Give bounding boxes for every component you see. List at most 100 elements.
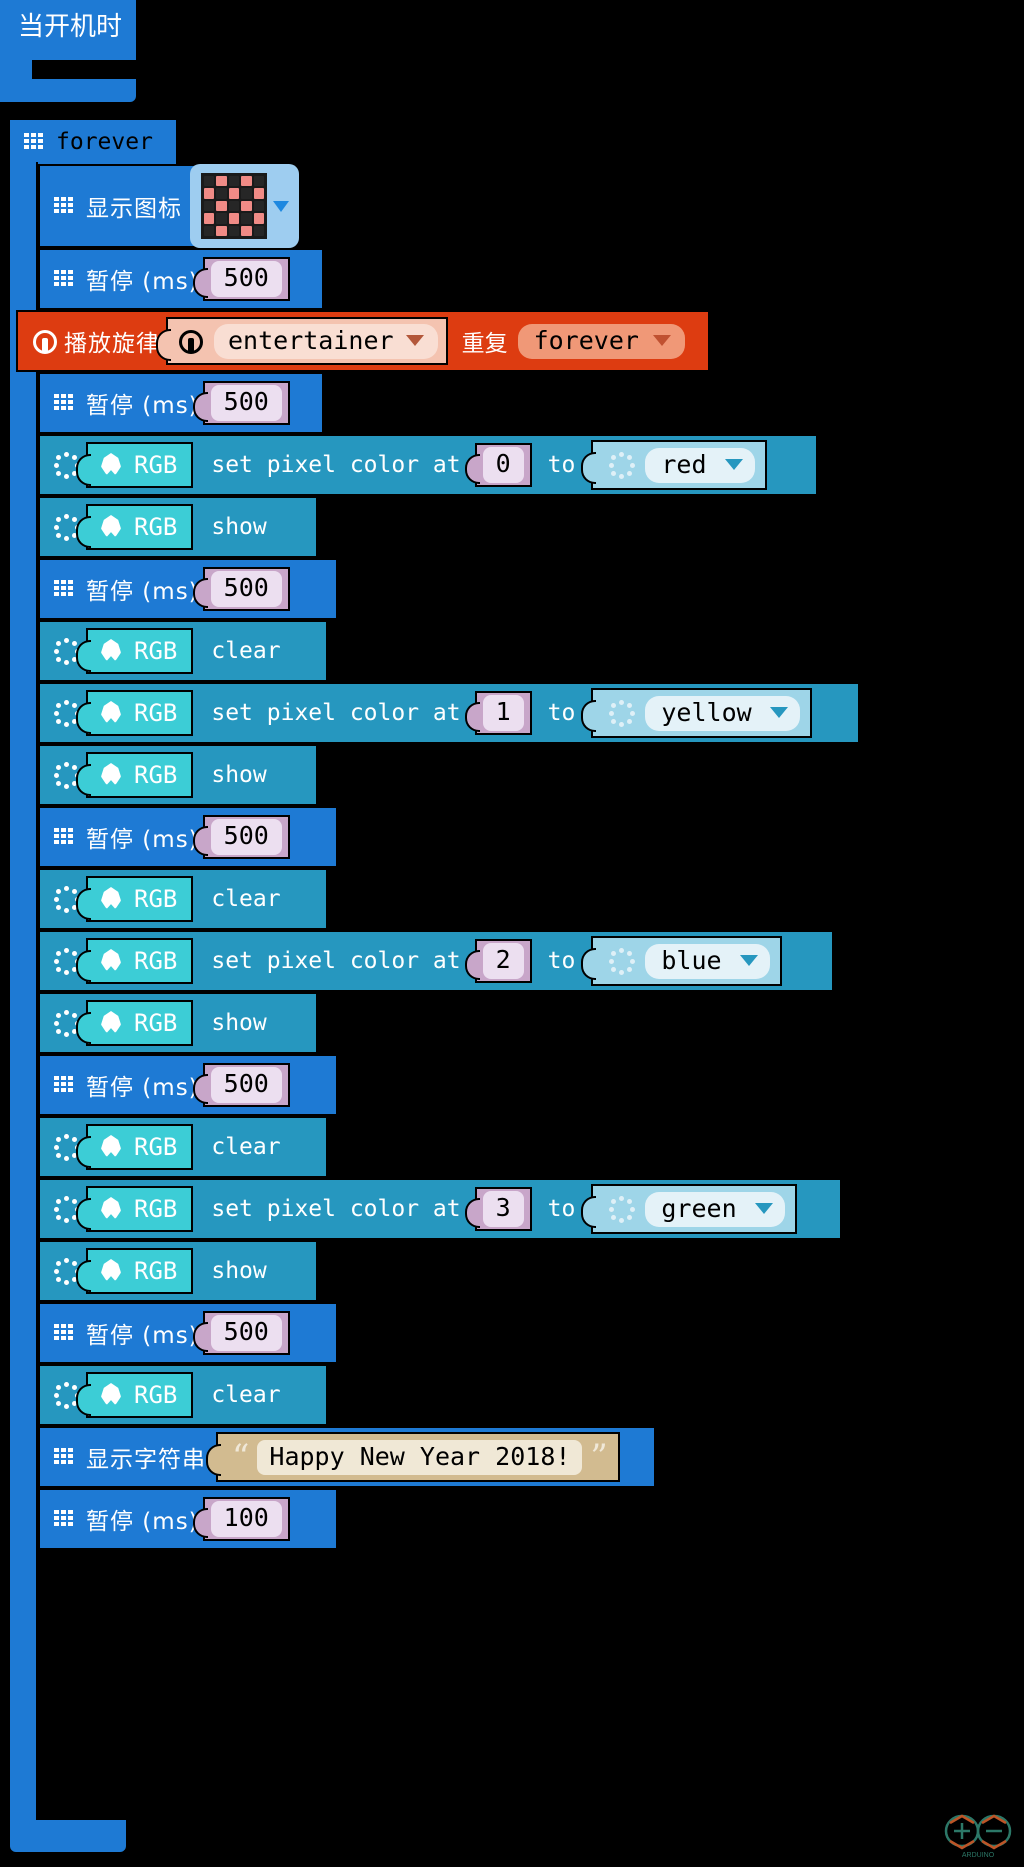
grid-icon [54, 1324, 76, 1342]
block-pause-6[interactable]: 暂停 (ms) 500 [38, 1302, 338, 1364]
pixel-index[interactable]: 3 [482, 1191, 524, 1227]
color-dropdown[interactable]: red [645, 447, 755, 483]
strip-reporter[interactable]: RGB [75, 1000, 194, 1046]
block-show-3[interactable]: RGB show [38, 992, 318, 1054]
show-label: show [211, 762, 267, 788]
block-pause-7[interactable]: 暂停 (ms) 100 [38, 1488, 338, 1550]
strip-reporter[interactable]: RGB [75, 442, 194, 488]
chevron-down-icon[interactable] [273, 200, 289, 212]
strip-reporter[interactable]: RGB [75, 752, 194, 798]
block-on-start[interactable]: 当开机时 [0, 0, 136, 102]
block-set-pixel-0[interactable]: RGB set pixel color at 0 to red [38, 434, 818, 496]
chevron-down-icon[interactable] [754, 1202, 773, 1214]
strip-reporter[interactable]: RGB [75, 1186, 194, 1232]
block-clear-2[interactable]: RGB clear [38, 868, 328, 930]
pause-label: 暂停 (ms) [86, 1509, 199, 1535]
chevron-down-icon[interactable] [769, 706, 788, 718]
pause-value[interactable]: 500 [210, 1067, 282, 1103]
pause-value[interactable]: 100 [210, 1501, 282, 1537]
block-pause-4[interactable]: 暂停 (ms) 500 [38, 806, 338, 868]
chevron-down-icon[interactable] [652, 334, 671, 346]
show-label: show [211, 514, 267, 540]
melody-value: entertainer [228, 325, 394, 355]
color-dropdown[interactable]: blue [645, 943, 770, 979]
forever-spine [8, 162, 38, 1820]
block-show-string[interactable]: 显示字符串 “ Happy New Year 2018! ” [38, 1426, 656, 1488]
pause-value-slot[interactable]: 500 [192, 381, 290, 425]
strip-reporter[interactable]: RGB [75, 628, 194, 674]
neopixel-logo-icon [98, 1010, 124, 1036]
pause-value[interactable]: 500 [210, 385, 282, 421]
repeat-value: forever [533, 325, 639, 355]
pixel-index[interactable]: 0 [482, 447, 524, 483]
pixel-index-slot[interactable]: 0 [464, 443, 532, 487]
strip-reporter[interactable]: RGB [75, 876, 194, 922]
block-play-melody[interactable]: 播放旋律 entertainer 重复 forever [16, 310, 710, 372]
repeat-dropdown[interactable]: forever [517, 323, 685, 359]
block-forever[interactable]: forever [8, 118, 178, 164]
block-clear-3[interactable]: RGB clear [38, 1116, 328, 1178]
pixel-index[interactable]: 2 [482, 943, 524, 979]
pause-value[interactable]: 500 [210, 571, 282, 607]
block-set-pixel-2[interactable]: RGB set pixel color at 2 to blue [38, 930, 834, 992]
block-show-4[interactable]: RGB show [38, 1240, 318, 1302]
color-dropdown[interactable]: yellow [645, 695, 800, 731]
chevron-down-icon[interactable] [739, 954, 758, 966]
pause-value[interactable]: 500 [210, 261, 282, 297]
block-show-2[interactable]: RGB show [38, 744, 318, 806]
grid-icon [54, 828, 76, 846]
string-reporter[interactable]: “ Happy New Year 2018! ” [206, 1432, 620, 1482]
strip-reporter[interactable]: RGB [75, 690, 194, 736]
pause-value-slot[interactable]: 500 [192, 815, 290, 859]
color-reporter[interactable]: green [581, 1184, 797, 1234]
block-pause-5[interactable]: 暂停 (ms) 500 [38, 1054, 338, 1116]
melody-reporter[interactable]: entertainer [156, 317, 448, 365]
block-show-icon[interactable]: 显示图标 [38, 164, 299, 248]
melody-dropdown[interactable]: entertainer [214, 323, 438, 359]
pause-value-slot[interactable]: 500 [192, 567, 290, 611]
block-set-pixel-1[interactable]: RGB set pixel color at 1 to yellow [38, 682, 860, 744]
color-reporter[interactable]: blue [581, 936, 782, 986]
pause-value-slot[interactable]: 100 [192, 1497, 290, 1541]
pixel-index-slot[interactable]: 3 [464, 1187, 532, 1231]
strip-reporter[interactable]: RGB [75, 1124, 194, 1170]
show-label: show [211, 1010, 267, 1036]
led-pattern-dropdown[interactable] [190, 164, 299, 248]
block-pause-1[interactable]: 暂停 (ms) 500 [38, 248, 324, 310]
color-dropdown[interactable]: green [645, 1191, 785, 1227]
block-show-1[interactable]: RGB show [38, 496, 318, 558]
color-value: green [661, 1193, 737, 1223]
to-label: to [547, 948, 576, 974]
strip-reporter[interactable]: RGB [75, 1372, 194, 1418]
pixel-index-slot[interactable]: 1 [464, 691, 532, 735]
pause-value-slot[interactable]: 500 [192, 1311, 290, 1355]
pause-value[interactable]: 500 [210, 819, 282, 855]
pixel-index-slot[interactable]: 2 [464, 939, 532, 983]
pause-value-slot[interactable]: 500 [192, 257, 290, 301]
string-value[interactable]: Happy New Year 2018! [257, 1439, 583, 1475]
grid-icon [54, 580, 76, 598]
pause-value-slot[interactable]: 500 [192, 1063, 290, 1107]
pause-label: 暂停 (ms) [86, 827, 199, 853]
color-reporter[interactable]: red [581, 440, 767, 490]
neopixel-logo-icon [98, 1196, 124, 1222]
strip-name: RGB [134, 451, 178, 479]
to-label: to [547, 700, 576, 726]
block-clear-4[interactable]: RGB clear [38, 1364, 328, 1426]
set-pixel-label: set pixel color at [211, 452, 461, 478]
neopixel-logo-icon [98, 948, 124, 974]
set-pixel-label: set pixel color at [211, 1196, 461, 1222]
color-reporter[interactable]: yellow [581, 688, 812, 738]
block-pause-3[interactable]: 暂停 (ms) 500 [38, 558, 338, 620]
block-pause-2[interactable]: 暂停 (ms) 500 [38, 372, 324, 434]
pause-value[interactable]: 500 [210, 1315, 282, 1351]
block-set-pixel-3[interactable]: RGB set pixel color at 3 to green [38, 1178, 842, 1240]
chevron-down-icon[interactable] [405, 334, 424, 346]
pixel-index[interactable]: 1 [482, 695, 524, 731]
strip-reporter[interactable]: RGB [75, 504, 194, 550]
strip-reporter[interactable]: RGB [75, 938, 194, 984]
chevron-down-icon[interactable] [724, 458, 743, 470]
strip-reporter[interactable]: RGB [75, 1248, 194, 1294]
block-clear-1[interactable]: RGB clear [38, 620, 328, 682]
neopixel-icon [609, 1196, 636, 1223]
